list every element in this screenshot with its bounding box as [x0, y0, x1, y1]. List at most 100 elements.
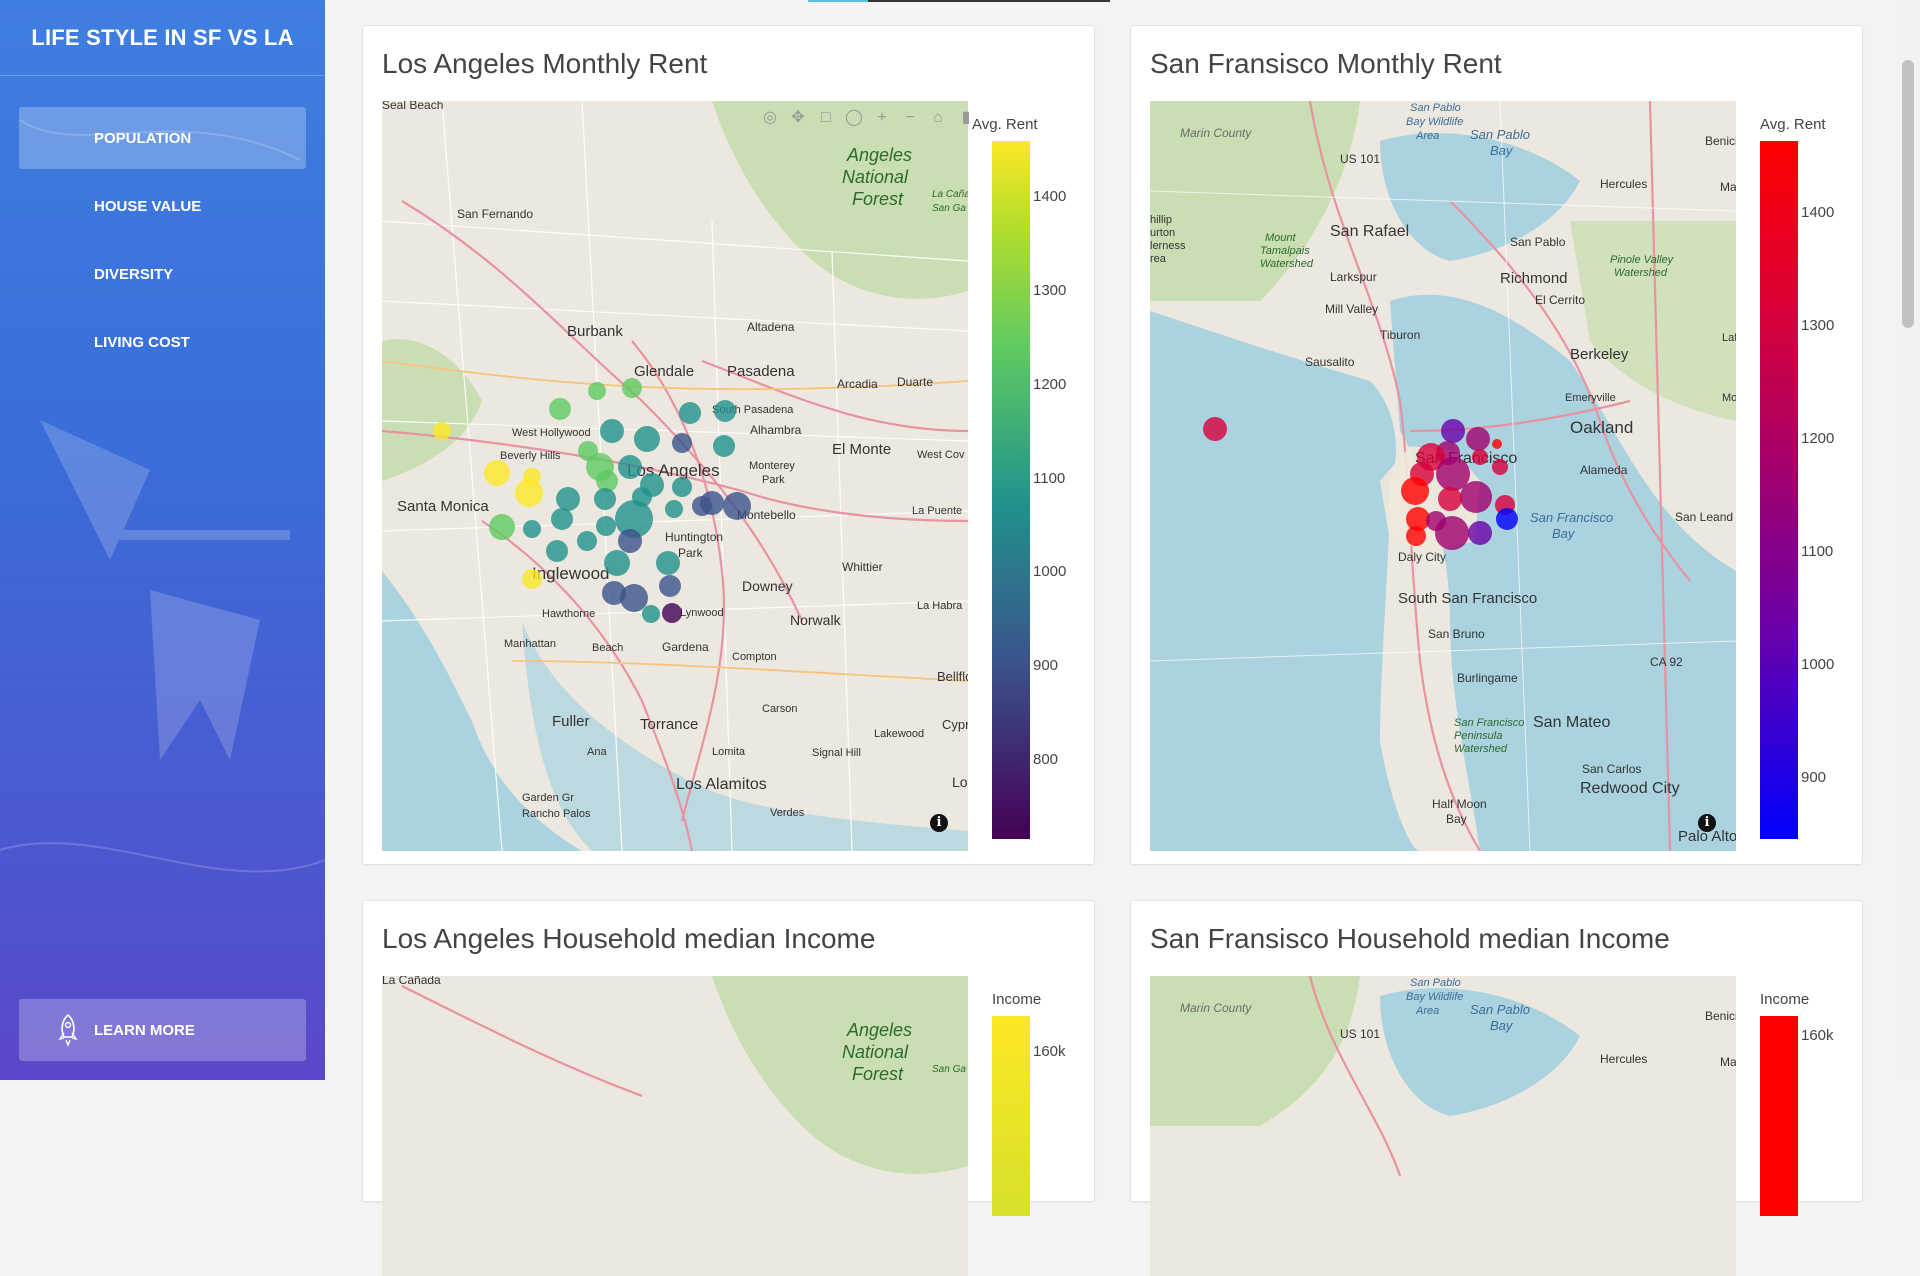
scrollbar-thumb[interactable] [1902, 60, 1914, 328]
map-bubble[interactable] [672, 477, 692, 497]
map-bubble[interactable] [484, 460, 510, 486]
map-place-label: Downey [742, 578, 793, 594]
camera-icon[interactable]: ◎ [759, 108, 781, 128]
map-bubble[interactable] [656, 551, 680, 575]
map-bubble[interactable] [642, 605, 660, 623]
map-bubble[interactable] [1492, 439, 1502, 449]
map-place-label: Manhattan [504, 638, 556, 650]
map-bubble[interactable] [1441, 419, 1465, 443]
map-bubble[interactable] [1492, 459, 1508, 475]
map-bubble[interactable] [618, 455, 642, 479]
app-brand-title[interactable]: LIFE STYLE IN SF VS LA [0, 0, 325, 76]
map-place-label: Watershed [1454, 743, 1508, 755]
map-bubble[interactable] [713, 435, 735, 457]
sf-rent-map[interactable]: San Pablo Bay Wildlife Area San Pablo Bay Ben… [1150, 101, 1736, 851]
map-bubble[interactable] [1496, 508, 1518, 530]
map-bubble[interactable] [600, 419, 624, 443]
map-bubble[interactable] [1460, 481, 1492, 513]
nav-item-diversity[interactable]: DIVERSITY [19, 243, 306, 305]
reset-view-icon[interactable]: ⌂ [927, 108, 949, 128]
map-place-label: Garden Gr [522, 792, 574, 804]
map-bubble[interactable] [604, 550, 630, 576]
map-bubble[interactable] [659, 575, 681, 597]
map-bubble[interactable] [1472, 449, 1488, 465]
map-place-label: Tiburon [1380, 328, 1420, 342]
map-place-label: Bay [1446, 812, 1467, 826]
map-place-label: Verdes [770, 807, 805, 819]
map-place-label: Burbank [567, 323, 623, 340]
colorbar-tick: 1100 [1033, 470, 1066, 487]
map-bubble[interactable] [622, 378, 642, 398]
map-bubble[interactable] [433, 422, 451, 440]
map-bubble[interactable] [577, 531, 597, 551]
map-bubble[interactable] [723, 492, 751, 520]
map-bubble[interactable] [714, 400, 736, 422]
map-bubble[interactable] [679, 402, 701, 424]
map-place-label: Torrance [640, 716, 698, 733]
map-bubble[interactable] [1401, 477, 1429, 505]
map-bubble[interactable] [489, 514, 515, 540]
plot-modebar: ◎ ✥ □ ◯ + − ⌂ ▮ [759, 108, 977, 128]
map-bubble[interactable] [1203, 417, 1227, 441]
zoom-in-icon[interactable]: + [871, 108, 893, 128]
map-place-label: Peninsula [1454, 730, 1502, 742]
map-bubble[interactable] [634, 426, 660, 452]
map-place-label: Oakland [1570, 418, 1633, 437]
map-place-label: San Pablo [1410, 977, 1461, 989]
map-place-label: Tamalpais [1260, 245, 1310, 257]
map-bubble[interactable] [1468, 521, 1492, 545]
zoom-out-icon[interactable]: − [899, 108, 921, 128]
sf-map-tiles: San PabloBay WildlifeArea San PabloBayBen… [1150, 101, 1736, 851]
map-bubble[interactable] [1466, 427, 1490, 451]
map-attribution-info-icon[interactable]: i [930, 814, 948, 832]
sf-income-map[interactable]: San Pablo Bay Wildlife Area San Pablo Bay Ben… [1150, 976, 1736, 1276]
pan-icon[interactable]: ✥ [787, 108, 809, 128]
map-bubble[interactable] [662, 603, 682, 623]
la-rent-card: Los Angeles Monthly Rent Angeles Nationa… [362, 25, 1095, 865]
map-bubble[interactable] [1406, 526, 1426, 546]
map-bubble[interactable] [549, 398, 571, 420]
map-place-label: San Francisco [1530, 510, 1613, 525]
map-place-label: Mill Valley [1325, 302, 1378, 316]
map-bubble[interactable] [596, 516, 616, 536]
sf-income-card: San Fransisco Household median Income Sa… [1130, 900, 1863, 1276]
map-place-label: Hercules [1600, 177, 1647, 191]
map-bubble[interactable] [594, 488, 616, 510]
map-place-label: Whittier [842, 560, 883, 574]
page-scrollbar[interactable] [1896, 0, 1920, 1080]
map-bubble[interactable] [551, 508, 573, 530]
map-bubble[interactable] [672, 433, 692, 453]
map-bubble[interactable] [692, 496, 712, 516]
map-attribution-info-icon[interactable]: i [1698, 814, 1716, 832]
map-bubble[interactable] [1435, 516, 1469, 550]
map-bubble[interactable] [618, 529, 642, 553]
map-bubble[interactable] [522, 569, 542, 589]
la-income-colorbar [992, 1016, 1030, 1216]
map-place-label: Marin County [1180, 126, 1252, 140]
colorbar-tick: 1100 [1801, 543, 1834, 560]
map-bubble[interactable] [546, 540, 568, 562]
map-place-label: Signal Hill [812, 747, 861, 759]
colorbar-tick: 160k [1033, 1043, 1066, 1060]
nav-item-house-value[interactable]: HOUSE VALUE [19, 175, 306, 237]
la-income-map[interactable]: La Cañada Angeles National Forest San Ga [382, 976, 968, 1276]
map-bubble[interactable] [515, 479, 543, 507]
sf-income-legend-title: Income [1760, 991, 1810, 1008]
lasso-icon[interactable]: ◯ [843, 108, 865, 128]
map-bubble[interactable] [556, 487, 580, 511]
map-bubble[interactable] [665, 500, 683, 518]
map-bubble[interactable] [1438, 487, 1462, 511]
sf-rent-colorbar [1760, 141, 1798, 839]
map-bubble[interactable] [523, 520, 541, 538]
map-bubble[interactable] [588, 382, 606, 400]
map-place-label: San Pablo [1510, 235, 1566, 249]
learn-more-button[interactable]: LEARN MORE [19, 999, 306, 1061]
la-income-title: Los Angeles Household median Income [382, 923, 876, 954]
map-place-label: Angeles [846, 145, 912, 165]
box-select-icon[interactable]: □ [815, 108, 837, 128]
map-bubble[interactable] [620, 584, 648, 612]
la-rent-map[interactable]: Angeles National Forest San Fernando Burbank… [382, 101, 968, 851]
nav-item-population[interactable]: POPULATION [19, 107, 306, 169]
nav-item-living-cost[interactable]: LIVING COST [19, 311, 306, 373]
map-place-label: San Pablo [1410, 102, 1461, 114]
